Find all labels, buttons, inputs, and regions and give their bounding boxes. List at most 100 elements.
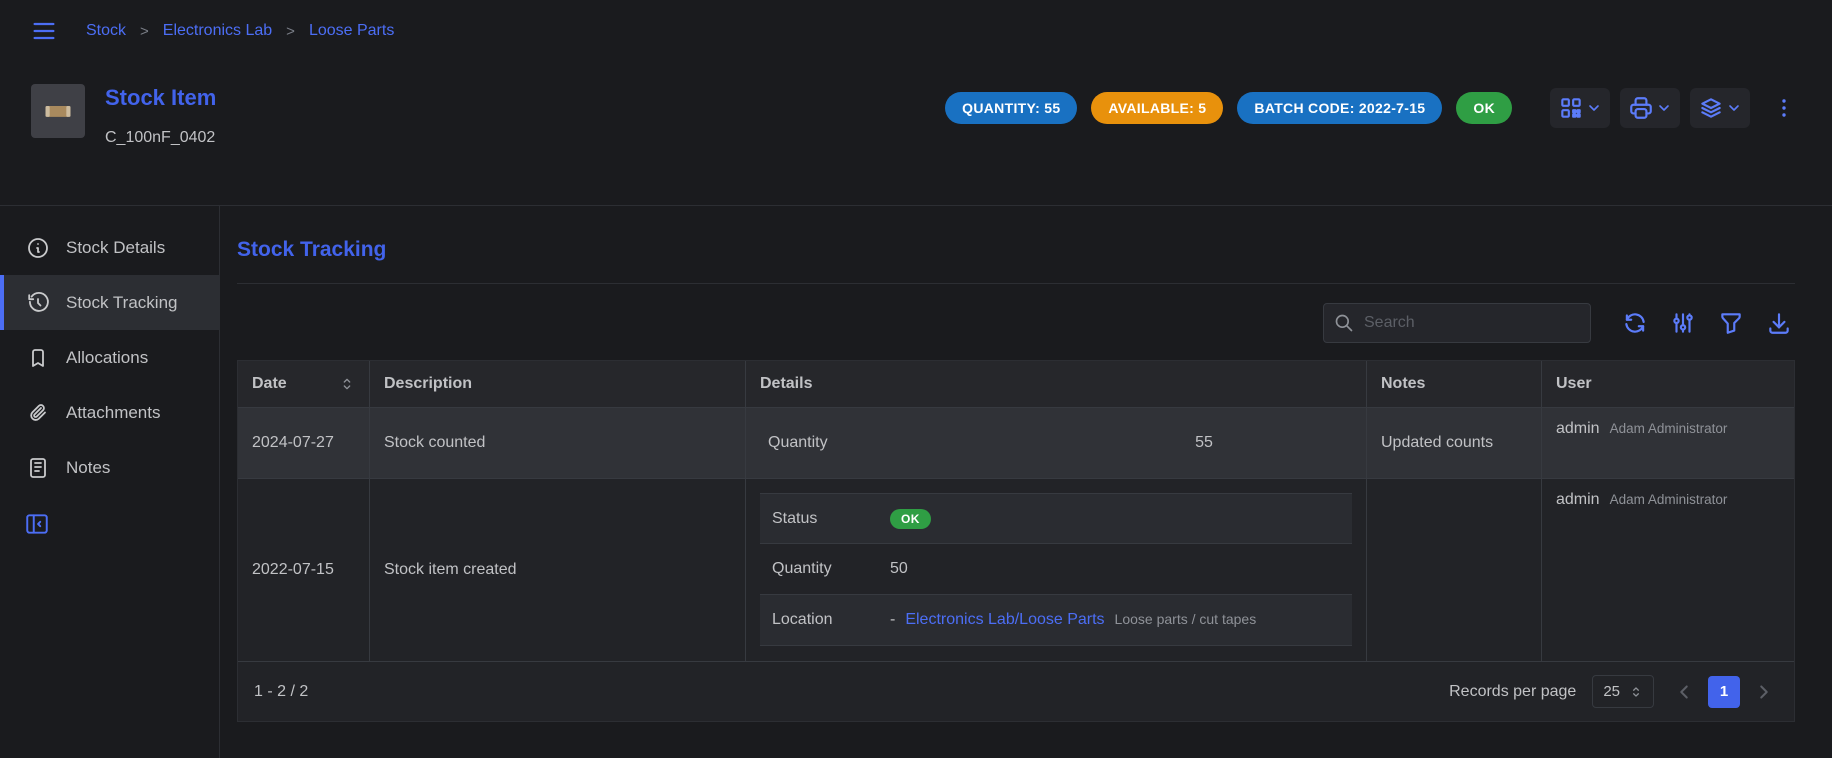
notes-icon bbox=[26, 456, 50, 480]
detail-row-status: Status OK bbox=[760, 493, 1352, 544]
stock-actions-button[interactable] bbox=[1690, 88, 1750, 128]
user-cell: admin Adam Administrator bbox=[1541, 479, 1794, 661]
table-row[interactable]: 2022-07-15 Stock item created Status OK … bbox=[238, 478, 1794, 661]
detail-key: Quantity bbox=[760, 434, 1056, 452]
description-cell: Stock counted bbox=[369, 408, 745, 478]
app-root: Stock > Electronics Lab > Loose Parts St… bbox=[0, 0, 1832, 758]
table-toolbar bbox=[237, 292, 1795, 354]
details-cell: Quantity 55 bbox=[745, 408, 1366, 478]
title-block: Stock Item C_100nF_0402 bbox=[105, 84, 216, 147]
location-description: Loose parts / cut tapes bbox=[1115, 611, 1257, 627]
sidebar-item-stock-tracking[interactable]: Stock Tracking bbox=[0, 275, 219, 330]
search-icon bbox=[1334, 313, 1354, 333]
qrcode-icon bbox=[1558, 95, 1584, 121]
search-input[interactable] bbox=[1323, 303, 1591, 343]
panel-heading: Stock Tracking bbox=[237, 238, 1795, 262]
sidebar-item-label: Notes bbox=[66, 458, 110, 478]
detail-key: Location bbox=[772, 611, 890, 629]
history-icon bbox=[26, 291, 50, 315]
details-subtable: Status OK Quantity 50 Location - bbox=[760, 493, 1352, 646]
dots-vertical-icon bbox=[1772, 96, 1796, 120]
heading-divider bbox=[237, 283, 1795, 284]
sidebar-collapse-button[interactable] bbox=[24, 511, 50, 537]
notes-cell bbox=[1366, 479, 1541, 661]
header-actions bbox=[1550, 88, 1802, 128]
status-ok-badge: OK bbox=[1456, 92, 1512, 124]
sidebar-item-allocations[interactable]: Allocations bbox=[0, 330, 219, 385]
header-right: QUANTITY: 55 AVAILABLE: 5 BATCH CODE: 20… bbox=[945, 88, 1802, 128]
pagination: 1 bbox=[1670, 676, 1778, 708]
sidebar-item-stock-details[interactable]: Stock Details bbox=[0, 220, 219, 275]
breadcrumb-separator: > bbox=[140, 23, 149, 40]
breadcrumb-link-electronics-lab[interactable]: Electronics Lab bbox=[163, 22, 272, 40]
info-icon bbox=[26, 236, 50, 260]
notes-cell: Updated counts bbox=[1366, 408, 1541, 478]
print-actions-button[interactable] bbox=[1620, 88, 1680, 128]
download-icon bbox=[1766, 310, 1792, 336]
available-badge: AVAILABLE: 5 bbox=[1091, 92, 1223, 124]
user-full-name: Adam Administrator bbox=[1610, 421, 1728, 436]
quantity-badge: QUANTITY: 55 bbox=[945, 92, 1077, 124]
hamburger-menu-icon[interactable] bbox=[30, 17, 58, 45]
adjustments-icon bbox=[1670, 310, 1696, 336]
user-cell: admin Adam Administrator bbox=[1541, 408, 1794, 478]
table-options-button[interactable] bbox=[1667, 307, 1699, 339]
part-thumbnail[interactable] bbox=[31, 84, 85, 138]
detail-value: 55 bbox=[1056, 434, 1352, 452]
column-header-label: Notes bbox=[1381, 375, 1425, 393]
filter-icon bbox=[1718, 310, 1744, 336]
page-title: Stock Item bbox=[105, 84, 216, 113]
username: admin bbox=[1556, 420, 1600, 438]
column-header-description[interactable]: Description bbox=[369, 361, 745, 407]
column-header-details[interactable]: Details bbox=[745, 361, 1366, 407]
previous-page-button[interactable] bbox=[1670, 678, 1698, 706]
records-per-page-group: Records per page 25 bbox=[1449, 675, 1654, 708]
paperclip-icon bbox=[26, 401, 50, 425]
download-button[interactable] bbox=[1763, 307, 1795, 339]
stock-tracking-table: Date Description Details Notes User 2024… bbox=[237, 360, 1795, 722]
column-header-user[interactable]: User bbox=[1541, 361, 1794, 407]
detail-value: 50 bbox=[890, 560, 1340, 578]
printer-icon bbox=[1628, 95, 1654, 121]
page-size-value: 25 bbox=[1603, 683, 1620, 700]
page-size-select[interactable]: 25 bbox=[1592, 675, 1654, 708]
detail-key-value: Quantity 55 bbox=[760, 434, 1352, 452]
table-row[interactable]: 2024-07-27 Stock counted Quantity 55 Upd… bbox=[238, 407, 1794, 478]
page-subtitle: C_100nF_0402 bbox=[105, 129, 216, 147]
main-panel: Stock Tracking bbox=[220, 206, 1832, 758]
breadcrumb-link-loose-parts[interactable]: Loose Parts bbox=[309, 22, 394, 40]
user-full-name: Adam Administrator bbox=[1610, 492, 1728, 507]
chevron-down-icon bbox=[1656, 100, 1672, 116]
breadcrumb-link-stock[interactable]: Stock bbox=[86, 22, 126, 40]
chevron-left-icon bbox=[1673, 681, 1695, 703]
sort-icon bbox=[339, 376, 355, 392]
location-prefix: - bbox=[890, 611, 895, 629]
column-header-label: User bbox=[1556, 375, 1592, 393]
column-header-date[interactable]: Date bbox=[238, 361, 369, 407]
column-header-notes[interactable]: Notes bbox=[1366, 361, 1541, 407]
selector-icon bbox=[1629, 685, 1643, 699]
stock-packages-icon bbox=[1698, 95, 1724, 121]
detail-key: Quantity bbox=[772, 560, 890, 578]
barcode-actions-button[interactable] bbox=[1550, 88, 1610, 128]
content: Stock Details Stock Tracking Allocations… bbox=[0, 206, 1832, 758]
refresh-icon bbox=[1622, 310, 1648, 336]
next-page-button[interactable] bbox=[1750, 678, 1778, 706]
refresh-button[interactable] bbox=[1619, 307, 1651, 339]
status-ok-badge-small: OK bbox=[890, 509, 931, 529]
capacitor-image bbox=[38, 91, 78, 131]
page-1-button[interactable]: 1 bbox=[1708, 676, 1740, 708]
header-left: Stock Item C_100nF_0402 bbox=[31, 84, 216, 147]
sidebar-item-notes[interactable]: Notes bbox=[0, 440, 219, 495]
sidebar: Stock Details Stock Tracking Allocations… bbox=[0, 206, 220, 758]
sidebar-collapse-icon bbox=[24, 511, 50, 537]
username: admin bbox=[1556, 491, 1600, 509]
detail-row-quantity: Quantity 50 bbox=[760, 544, 1352, 595]
filter-button[interactable] bbox=[1715, 307, 1747, 339]
location-link[interactable]: Electronics Lab/Loose Parts bbox=[905, 611, 1104, 629]
more-options-button[interactable] bbox=[1766, 90, 1802, 126]
top-bar: Stock > Electronics Lab > Loose Parts bbox=[0, 0, 1832, 62]
record-range-label: 1 - 2 / 2 bbox=[254, 683, 308, 701]
details-cell: Status OK Quantity 50 Location - bbox=[745, 479, 1366, 661]
sidebar-item-attachments[interactable]: Attachments bbox=[0, 385, 219, 440]
